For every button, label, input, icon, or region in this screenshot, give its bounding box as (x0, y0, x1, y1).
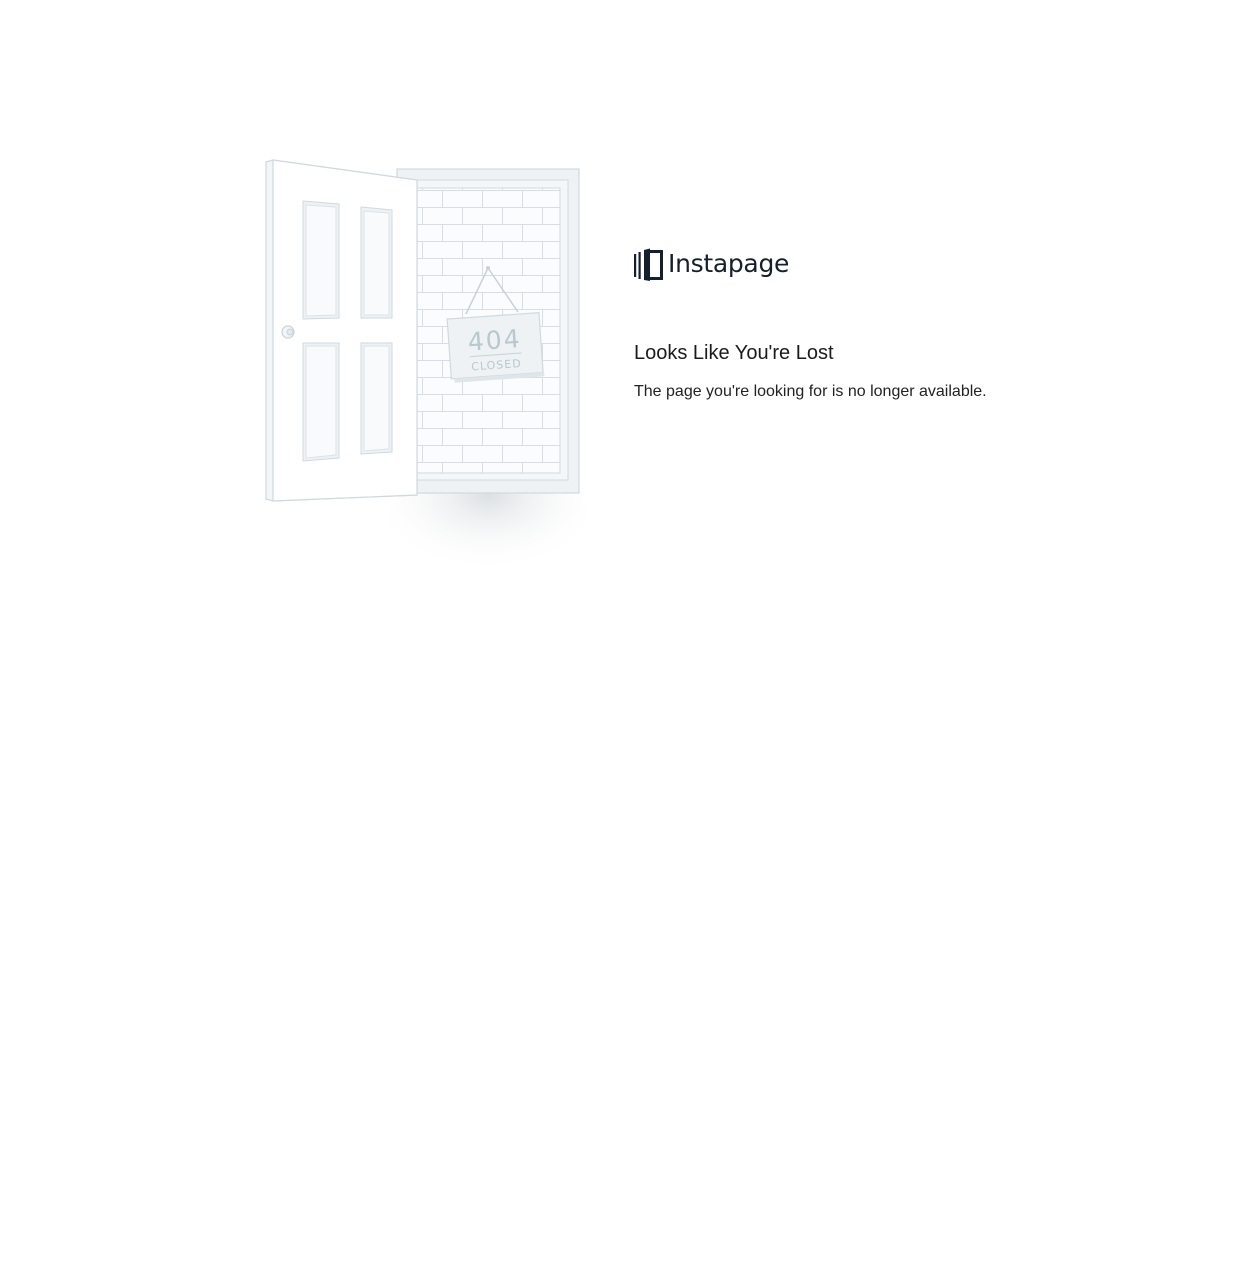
instapage-logo-icon (634, 248, 663, 281)
error-page: 404 CLOSED Instapage Looks Like You're L… (0, 0, 1249, 1277)
logo-wordmark: Instapage (668, 249, 790, 278)
door-knob-icon (281, 325, 295, 339)
page-title: Looks Like You're Lost (634, 342, 834, 364)
error-message: The page you're looking for is no longer… (634, 383, 987, 400)
instapage-logo[interactable]: Instapage (634, 246, 1154, 282)
error-content: Instapage Looks Like You're Lost The pag… (634, 246, 1154, 400)
sign-code-text: 404 (467, 324, 523, 357)
open-door-illustration: 404 CLOSED (262, 156, 592, 588)
door-leaf (265, 159, 418, 502)
